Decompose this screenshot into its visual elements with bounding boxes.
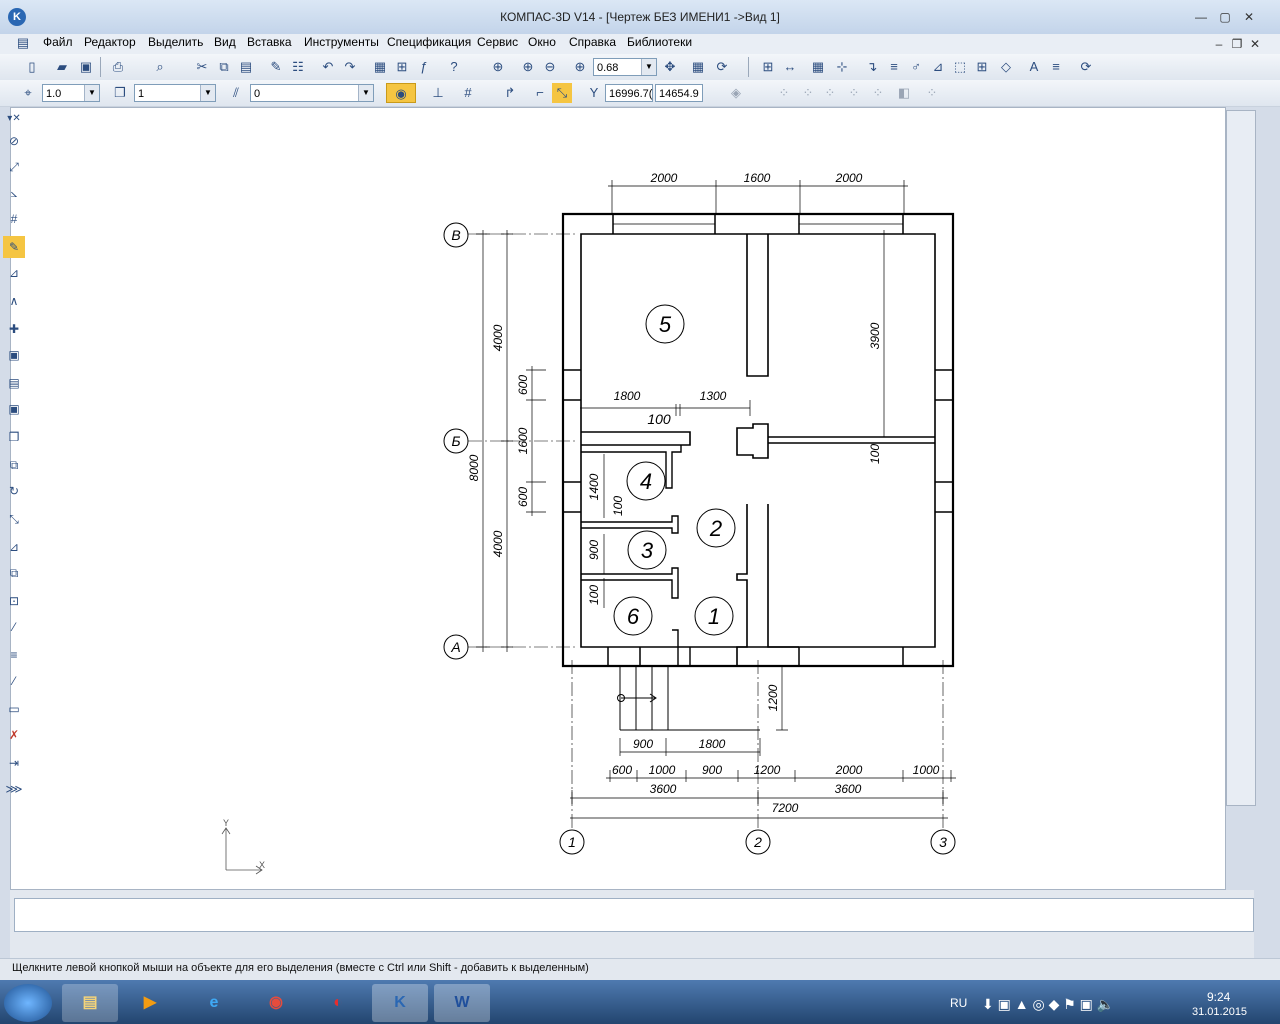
transform-tool-icon[interactable]: ⋙ xyxy=(3,778,25,800)
dim-text: 2000 xyxy=(835,171,863,185)
axis-label-a: А xyxy=(450,639,460,655)
dim-text: 1200 xyxy=(766,684,780,711)
dim-text: 1000 xyxy=(913,763,940,777)
dim-text: 600 xyxy=(516,487,530,507)
point-tool-icon[interactable]: ⤢ xyxy=(3,156,25,178)
language-indicator[interactable]: RU xyxy=(950,996,967,1010)
dim-text: 100 xyxy=(647,411,671,427)
dim-text: 3600 xyxy=(650,782,677,796)
room-number: 3 xyxy=(641,538,654,563)
start-icon[interactable] xyxy=(4,984,52,1022)
dim-text: 900 xyxy=(702,763,722,777)
dim-text: 1600 xyxy=(744,171,771,185)
stair xyxy=(617,666,760,731)
delete-tool-icon[interactable]: ✗ xyxy=(3,724,25,746)
geometry-tool-icon[interactable]: ⊘ xyxy=(3,130,25,152)
axis-label-3: 3 xyxy=(939,834,947,850)
ucs-x-label: X xyxy=(259,860,265,870)
dim-text: 2000 xyxy=(650,171,678,185)
room-number: 4 xyxy=(640,469,652,494)
angle-tool-icon[interactable]: ∧ xyxy=(3,290,25,312)
dim-text: 100 xyxy=(611,496,625,516)
fragment-tool-icon[interactable]: ▣ xyxy=(3,398,25,420)
dim-text: 100 xyxy=(587,585,601,605)
clock-date[interactable]: 31.01.2015 xyxy=(1192,1006,1247,1018)
deform-tool-icon[interactable]: ⊡ xyxy=(3,590,25,612)
dimension-lines xyxy=(476,180,956,819)
dim-text: 1300 xyxy=(700,389,727,403)
scale-tool-icon[interactable]: ⤡ xyxy=(3,508,25,530)
dim-text: 1600 xyxy=(516,427,530,454)
view-tool-icon[interactable]: ▣ xyxy=(3,344,25,366)
ucs-y-label: Y xyxy=(223,818,229,828)
room-number: 6 xyxy=(627,604,640,629)
dim-text: 2000 xyxy=(835,763,863,777)
axis-label-v: В xyxy=(451,227,460,243)
room-number: 2 xyxy=(709,516,722,541)
room-number: 1 xyxy=(708,604,720,629)
axis-label-1: 1 xyxy=(568,834,576,850)
grid-tool-icon[interactable]: # xyxy=(3,208,25,230)
chrome-icon[interactable]: ◉ xyxy=(248,984,304,1022)
dim-text: 600 xyxy=(612,763,632,777)
dim-text: 100 xyxy=(868,444,882,464)
dimension-tool-icon[interactable]: ⊿ xyxy=(3,262,25,284)
array-tool-icon[interactable]: ▭ xyxy=(3,698,25,720)
compact-panel xyxy=(1226,110,1256,806)
dim-text: 1800 xyxy=(699,737,726,751)
dim-text: 900 xyxy=(633,737,653,751)
align-tool-icon[interactable]: ⇥ xyxy=(3,752,25,774)
dim-text: 8000 xyxy=(467,454,481,481)
dim-text: 1400 xyxy=(587,473,601,500)
edit-tool-icon[interactable]: ⧉ xyxy=(3,454,25,476)
dim-text: 1800 xyxy=(614,389,641,403)
dim-text: 4000 xyxy=(491,530,505,557)
axis-label-b: Б xyxy=(451,433,460,449)
ie-icon[interactable]: e xyxy=(186,984,242,1022)
trim-tool-icon[interactable]: ⁄ xyxy=(3,616,25,638)
symmetry-tool-icon[interactable]: ⊿ xyxy=(3,536,25,558)
clock-time[interactable]: 9:24 xyxy=(1207,990,1230,1004)
layer-tool-icon[interactable]: ❐ xyxy=(3,426,25,448)
notation-tool-icon[interactable]: ✚ xyxy=(3,318,25,340)
dim-text: 1000 xyxy=(649,763,676,777)
dim-text: 3600 xyxy=(835,782,862,796)
dim-text: 4000 xyxy=(491,324,505,351)
architecture-tool-icon[interactable]: ✎ xyxy=(3,236,25,258)
media-player-icon[interactable]: ▶ xyxy=(122,984,178,1022)
word-icon[interactable]: W xyxy=(434,984,490,1022)
walls xyxy=(561,212,955,668)
dim-text: 900 xyxy=(587,540,601,560)
status-text: Щелкните левой кнопкой мыши на объекте д… xyxy=(12,962,589,974)
segment-tool-icon[interactable]: ⦣ xyxy=(3,182,25,204)
tray-icons[interactable]: ⬇ ▣ ▲ ◎ ◆ ⚑ ▣ 🔈 xyxy=(982,996,1114,1013)
dim-text: 600 xyxy=(516,375,530,395)
copy-tool-icon[interactable]: ⧉ xyxy=(3,562,25,584)
dim-text: 3900 xyxy=(868,322,882,349)
kompas-icon[interactable]: K xyxy=(372,984,428,1022)
report-tool-icon[interactable]: ▤ xyxy=(3,372,25,394)
rotate-tool-icon[interactable]: ↻ xyxy=(3,480,25,502)
command-input[interactable] xyxy=(14,898,1254,932)
dim-text: 7200 xyxy=(772,801,799,815)
ucs-axes xyxy=(221,827,263,875)
break-tool-icon[interactable]: ≡ xyxy=(3,644,25,666)
floor-plan-drawing[interactable]: В Б А 1 2 3 5 4 2 3 1 6 2000 1600 2000 8… xyxy=(0,0,1280,1024)
room-number: 5 xyxy=(659,312,672,337)
chamfer-tool-icon[interactable]: ⁄ xyxy=(3,670,25,692)
app-red-icon[interactable]: ◐ xyxy=(310,984,366,1022)
dim-text: 1200 xyxy=(754,763,781,777)
axis-label-2: 2 xyxy=(753,834,762,850)
explorer-icon[interactable]: ▤ xyxy=(62,984,118,1022)
panel-close-icon[interactable]: ▾✕ xyxy=(3,111,25,127)
